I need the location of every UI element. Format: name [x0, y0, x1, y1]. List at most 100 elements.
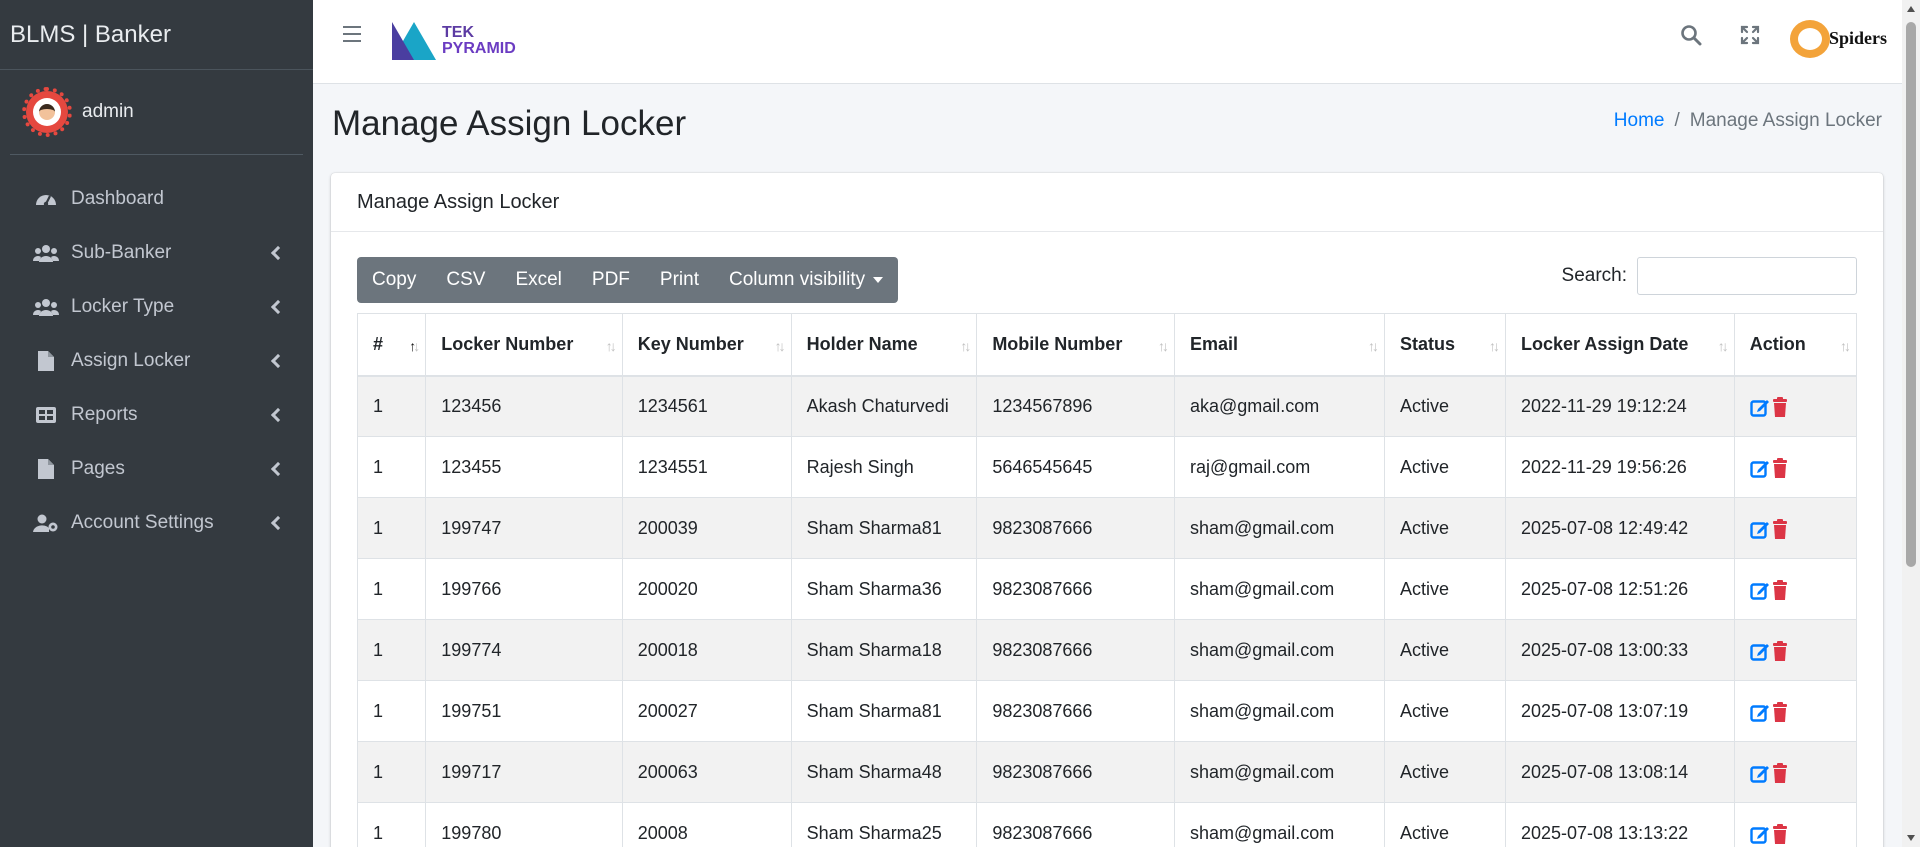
scrollbar-thumb[interactable]: [1906, 22, 1916, 567]
pdf-button[interactable]: PDF: [577, 257, 645, 303]
sidebar-item-label: Pages: [71, 458, 125, 479]
breadcrumb-current: Manage Assign Locker: [1689, 110, 1882, 131]
column-header[interactable]: Status ↑↓: [1383, 313, 1506, 377]
sort-arrows-icon: ↑↓: [409, 338, 420, 354]
trash-icon[interactable]: [1772, 762, 1788, 783]
sidebar-item-sub-banker[interactable]: Sub-Banker: [0, 226, 313, 280]
table-cell: Active: [1383, 741, 1506, 803]
sort-arrows-icon: ↑↓: [1157, 338, 1169, 354]
column-header-label: Status: [1399, 333, 1455, 354]
column-header[interactable]: Action ↑↓: [1733, 313, 1858, 377]
trash-icon[interactable]: [1772, 518, 1788, 539]
sidebar-item-assign-locker[interactable]: Assign Locker: [0, 334, 313, 388]
edit-icon[interactable]: [1750, 824, 1770, 844]
sort-arrows-icon: ↑↓: [1840, 338, 1851, 354]
sidebar-item-pages[interactable]: Pages: [0, 442, 313, 496]
sidebar-item-reports[interactable]: Reports: [0, 388, 313, 442]
edit-icon[interactable]: [1750, 458, 1770, 478]
table-cell: 9823087666: [976, 619, 1175, 681]
edit-icon[interactable]: [1750, 763, 1770, 783]
table-cell: 1: [356, 375, 427, 437]
table-cell: 2022-11-29 19:56:26: [1504, 436, 1735, 498]
edit-icon[interactable]: [1750, 702, 1770, 722]
column-header-label: Key Number: [637, 333, 744, 354]
search-label: Search:: [1561, 265, 1627, 286]
csv-button[interactable]: CSV: [431, 257, 500, 303]
table-row: 1 199766 200020 Sham Sharma36 9823087666 sham…: [356, 558, 1858, 620]
table-row: 1 123456 1234561 Akash Chaturvedi 1234567896…: [356, 375, 1858, 437]
action-cell: [1733, 497, 1858, 559]
table-search: Search:: [1562, 257, 1857, 295]
column-header[interactable]: Mobile Number ↑↓: [976, 313, 1175, 377]
sidebar-nav: Dashboard Sub-Banker Locker Type Assign Loc…: [0, 172, 313, 550]
export-button-group: Copy CSV Excel PDF Print Column visibili…: [357, 257, 899, 303]
table-cell: 1: [356, 802, 427, 847]
action-cell: [1733, 375, 1858, 437]
search-input[interactable]: [1637, 257, 1857, 295]
column-header[interactable]: Locker Number ↑↓: [425, 313, 623, 377]
trash-icon[interactable]: [1772, 640, 1788, 661]
edit-icon[interactable]: [1750, 397, 1770, 417]
column-header[interactable]: Key Number ↑↓: [621, 313, 792, 377]
scroll-down-arrow-icon[interactable]: [1907, 835, 1915, 841]
edit-icon[interactable]: [1750, 641, 1770, 661]
breadcrumb-home-link[interactable]: Home: [1614, 110, 1665, 132]
assign-locker-table: # ↑↓ Locker Number ↑↓ Key Number ↑↓ Holder Nam…: [356, 313, 1858, 847]
table-cell: Sham Sharma25: [790, 802, 978, 847]
breadcrumb: Home / Manage Assign Locker: [1614, 110, 1882, 132]
column-header-label: Mobile Number: [992, 333, 1123, 354]
action-cell: [1733, 741, 1858, 803]
column-header-label: #: [373, 333, 384, 354]
sidebar-item-label: Account Settings: [71, 512, 214, 533]
table-cell: 9823087666: [976, 802, 1175, 847]
table-body: 1 123456 1234561 Akash Chaturvedi 1234567896…: [356, 375, 1858, 847]
top-navbar: TEK PYRAMID Spiders: [313, 0, 1902, 84]
table-row: 1 123455 1234551 Rajesh Singh 5646545645 raj@…: [356, 436, 1858, 498]
sidebar-item-locker-type[interactable]: Locker Type: [0, 280, 313, 334]
table-cell: sham@gmail.com: [1173, 558, 1385, 620]
table-cell: raj@gmail.com: [1173, 436, 1385, 498]
menu-toggle-icon[interactable]: [343, 26, 361, 42]
column-header-label: Locker Number: [441, 333, 574, 354]
column-header[interactable]: Email ↑↓: [1173, 313, 1385, 377]
sidebar-item-account-settings[interactable]: Account Settings: [0, 496, 313, 550]
column-header[interactable]: Locker Assign Date ↑↓: [1504, 313, 1735, 377]
chevron-left-icon: [270, 515, 286, 531]
table-cell: Sham Sharma48: [790, 741, 978, 803]
user-panel[interactable]: admin: [10, 70, 303, 155]
page-scrollbar[interactable]: [1902, 0, 1920, 847]
column-header[interactable]: Holder Name ↑↓: [790, 313, 978, 377]
user-name[interactable]: admin: [82, 101, 134, 123]
column-header[interactable]: # ↑↓: [356, 313, 427, 377]
table-cell: 1234567896: [976, 375, 1175, 437]
card-title: Manage Assign Locker: [331, 173, 1883, 232]
trash-icon[interactable]: [1772, 701, 1788, 722]
search-icon[interactable]: [1680, 24, 1702, 46]
trash-icon[interactable]: [1772, 823, 1788, 844]
table-cell: Sham Sharma81: [790, 497, 978, 559]
edit-icon[interactable]: [1750, 519, 1770, 539]
user-avatar: [22, 87, 72, 137]
brand-link[interactable]: BLMS | Banker: [0, 0, 313, 70]
sort-arrows-icon: ↑↓: [1488, 338, 1500, 354]
trash-icon[interactable]: [1772, 396, 1788, 417]
trash-icon[interactable]: [1772, 579, 1788, 600]
scroll-up-arrow-icon[interactable]: [1907, 6, 1915, 12]
table-cell: 1: [356, 680, 427, 742]
table-cell: 199747: [425, 497, 623, 559]
fullscreen-icon[interactable]: [1740, 25, 1760, 45]
table-cell: Sham Sharma81: [790, 680, 978, 742]
table-cell: 199774: [425, 619, 623, 681]
excel-button[interactable]: Excel: [500, 257, 576, 303]
table-cell: sham@gmail.com: [1173, 497, 1385, 559]
sidebar-item-dashboard[interactable]: Dashboard: [0, 172, 313, 226]
table-cell: 1: [356, 741, 427, 803]
table-cell: 9823087666: [976, 741, 1175, 803]
column-header-label: Email: [1189, 333, 1238, 354]
table-cell: 9823087666: [976, 558, 1175, 620]
print-button[interactable]: Print: [645, 257, 714, 303]
trash-icon[interactable]: [1772, 457, 1788, 478]
edit-icon[interactable]: [1750, 580, 1770, 600]
column-visibility-button[interactable]: Column visibility: [714, 257, 898, 303]
copy-button[interactable]: Copy: [357, 257, 431, 303]
